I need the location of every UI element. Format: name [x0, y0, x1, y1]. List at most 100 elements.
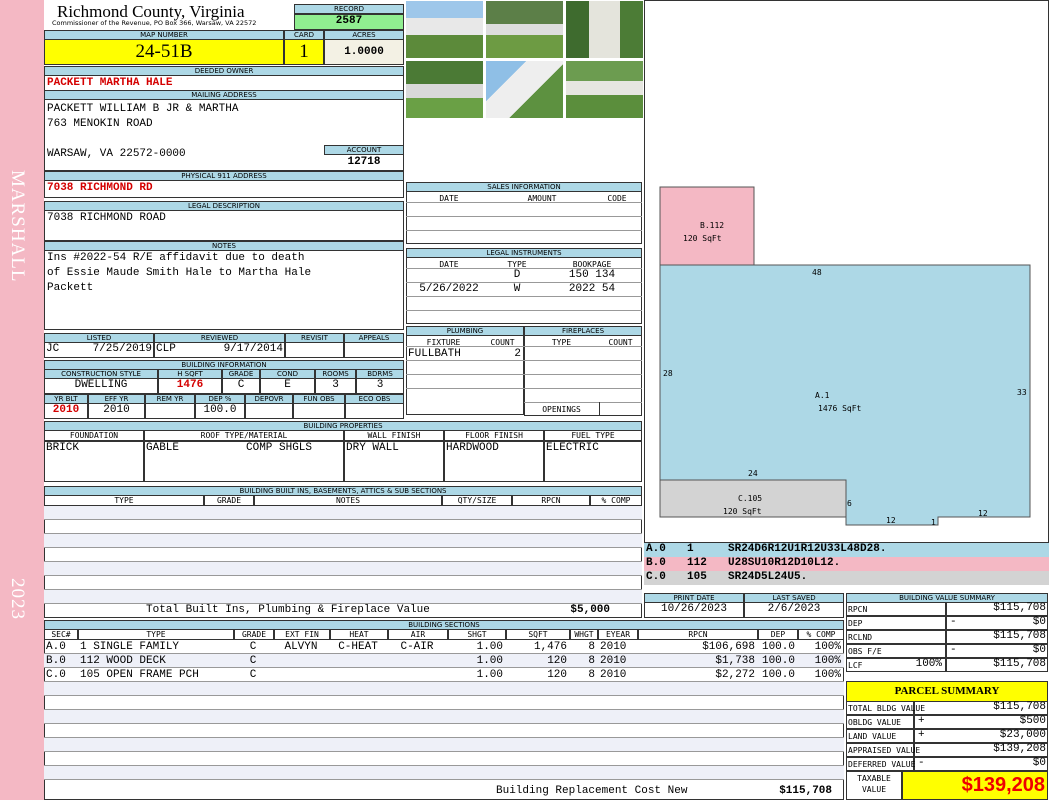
taxable-label: TAXABLE: [857, 774, 891, 783]
value-summary-label: LCF: [848, 661, 863, 670]
section-cell: C.0: [46, 669, 66, 681]
property-photo[interactable]: [565, 60, 644, 119]
built-ins-header: GRADE: [204, 495, 254, 506]
sketch-label: A.1: [815, 391, 830, 400]
parcel-label: DEFERRED VALUE: [848, 760, 916, 769]
value-summary-label: RCLND: [848, 633, 873, 642]
fireplaces-label: FIREPLACES: [524, 326, 642, 336]
map-number-label: MAP NUMBER: [44, 30, 284, 40]
district-name: MARSHALL: [7, 170, 28, 283]
section-cell: 8: [588, 669, 595, 681]
bldg-info-value: C: [222, 378, 260, 394]
value-summary-label: OBS F/E: [848, 647, 882, 656]
reviewed-label: REVIEWED: [154, 333, 285, 343]
section-cell: C: [249, 641, 257, 653]
bldg-info-value: 100.0: [195, 403, 245, 419]
sketch-label: 6: [847, 499, 852, 508]
notes-line: Ins #2022-54 R/E affidavit due to death: [47, 252, 305, 264]
replacement-cost: $115,708: [779, 785, 832, 797]
bldg-info-value: 2010: [44, 403, 88, 419]
parcel-label: OBLDG VALUE: [848, 718, 901, 727]
section-cell: A.0: [46, 641, 66, 653]
property-photo[interactable]: [405, 60, 484, 119]
section-cell: 100.0: [761, 655, 795, 667]
property-photo[interactable]: [485, 0, 564, 59]
parcel-value: $500: [1019, 715, 1046, 727]
parcel-value: $115,708: [993, 701, 1046, 713]
section-cell: 100%: [814, 655, 841, 667]
print-date: 10/26/2023: [644, 602, 744, 618]
property-header: WALL FINISH: [344, 430, 444, 441]
sections-header: HEAT: [330, 629, 388, 640]
taxable-label: VALUE: [861, 785, 887, 794]
mailing-line-1: PACKETT WILLIAM B JR & MARTHA: [47, 103, 239, 115]
mailing-line-2: 763 MENOKIN ROAD: [47, 118, 153, 130]
revisit-box: [285, 342, 344, 358]
section-cell: C-AIR: [400, 641, 434, 653]
property-photo[interactable]: [485, 60, 564, 119]
instr-col: DATE: [439, 260, 459, 269]
section-cell: 120: [547, 669, 567, 681]
property-header: FUEL TYPE: [544, 430, 642, 441]
built-ins-row: [44, 590, 642, 604]
section-cell: C: [249, 655, 257, 667]
tax-year: 2023: [7, 578, 28, 620]
sketch-label: 120 SqFt: [683, 234, 722, 243]
section-cell: C: [249, 669, 257, 681]
built-ins-total: $5,000: [570, 604, 610, 616]
physical-address: 7038 RICHMOND RD: [47, 182, 153, 194]
section-cell: $106,698: [702, 641, 755, 653]
section-cell: 1.00: [476, 641, 503, 653]
property-photo[interactable]: [405, 0, 484, 59]
section-row: [44, 724, 844, 738]
parcel-value: $139,208: [993, 743, 1046, 755]
built-ins-header: % COMP: [590, 495, 642, 506]
value-summary-label: DEP: [848, 619, 863, 628]
section-cell: 1.00: [476, 669, 503, 681]
record-number: 2587: [294, 14, 404, 30]
sketch-label: 24: [748, 469, 758, 478]
property-value: HARDWOOD: [446, 442, 499, 454]
property-header: FOUNDATION: [44, 430, 144, 441]
property-photo[interactable]: [565, 0, 644, 59]
sections-header: EYEAR: [598, 629, 638, 640]
property-value: DRY WALL: [346, 442, 399, 454]
parcel-label: APPRAISED VALUE: [848, 746, 921, 755]
section-cell: 2010: [600, 669, 627, 681]
section-cell: ALVYN: [284, 641, 318, 653]
section-cell: 100%: [814, 669, 841, 681]
plumbing-count: 2: [514, 348, 521, 360]
sketch-code-sec: A.0: [646, 543, 666, 555]
built-ins-row: [44, 506, 642, 520]
notes-label: NOTES: [44, 241, 404, 251]
section-cell: 1,476: [533, 641, 567, 653]
built-ins-row: [44, 520, 642, 534]
instr-type: W: [513, 283, 521, 295]
bldg-info-value: 1476: [158, 378, 222, 394]
fireplace-col: COUNT: [608, 338, 633, 347]
section-row: [44, 752, 844, 766]
property-value: ELECTRIC: [546, 442, 599, 454]
listed-date: 7/25/2019: [92, 343, 152, 355]
reviewed-by: CLP: [156, 343, 176, 355]
parcel-summary-label: PARCEL SUMMARY: [846, 681, 1048, 702]
sketch-drawing[interactable]: [644, 0, 1049, 543]
property-header: FLOOR FINISH: [444, 430, 544, 441]
sales-col: AMOUNT: [527, 194, 557, 203]
sketch-label: 12: [886, 516, 896, 525]
bldg-info-value: 3: [315, 378, 356, 394]
sketch-label: 48: [812, 268, 822, 277]
appeals-box: [344, 342, 404, 358]
replacement-cost-label: Building Replacement Cost New: [496, 785, 688, 797]
value-summary-value: $115,708: [993, 630, 1046, 642]
sketch-label: B.112: [700, 221, 725, 230]
legal-instruments-label: LEGAL INSTRUMENTS: [406, 248, 642, 258]
listed-by: JC: [46, 343, 60, 355]
last-saved: 2/6/2023: [744, 602, 844, 618]
sketch-label: 33: [1017, 388, 1027, 397]
property-value: BRICK: [46, 442, 80, 454]
parcel-label: LAND VALUE: [848, 732, 897, 741]
instr-date: 5/26/2022: [419, 283, 479, 295]
parcel-value: $0: [1032, 757, 1046, 769]
section-row: [44, 766, 844, 780]
